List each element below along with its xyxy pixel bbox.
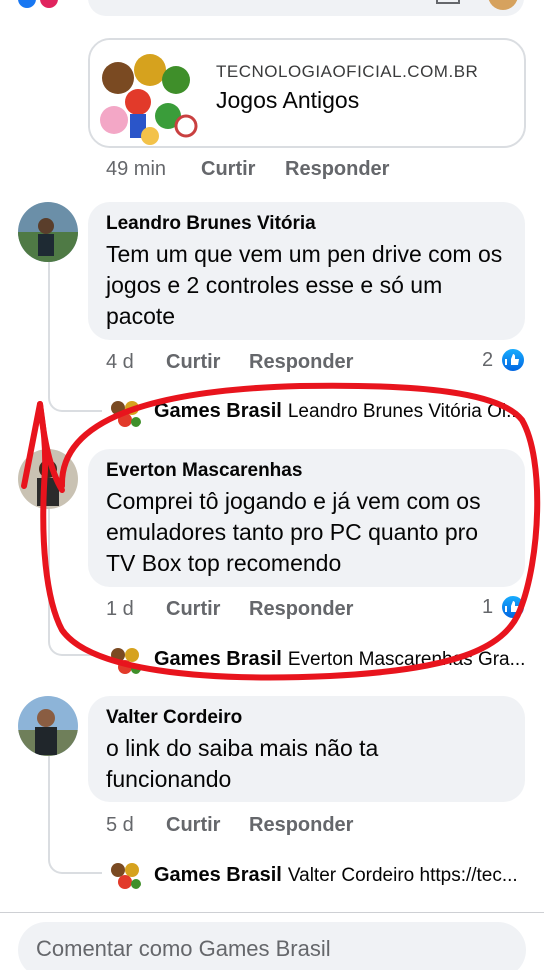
comment-bubble: Leandro Brunes Vitória Tem um que vem um… — [88, 202, 525, 340]
reaction-icon — [40, 0, 58, 8]
post-meta: 49 min — [106, 158, 166, 181]
reply-text: Everton Mascarenhas Gra... — [287, 649, 526, 670]
post-like-button[interactable]: Curtir — [201, 158, 255, 181]
reply-text: Leandro Brunes Vitória Ol... — [287, 401, 522, 422]
thumbs-up-icon — [500, 594, 526, 620]
comment-text: Comprei tô jogando e já vem com os emula… — [106, 488, 481, 576]
link-preview-card[interactable]: TECNOLOGIAOFICIAL.COM.BR Jogos Antigos — [88, 38, 526, 148]
comment-time: 5 d — [106, 814, 134, 836]
post-reply-button[interactable]: Responder — [285, 158, 389, 181]
comment-bubble: Everton Mascarenhas Comprei tô jogando e… — [88, 449, 525, 587]
avatar[interactable] — [18, 202, 78, 262]
reply-preview[interactable]: Games Brasil Valter Cordeiro https://tec.… — [154, 864, 532, 887]
like-button[interactable]: Curtir — [166, 814, 220, 837]
like-count[interactable]: 1 — [482, 596, 493, 619]
reply-author: Games Brasil — [154, 400, 282, 422]
avatar[interactable] — [18, 449, 78, 509]
game-characters-thumbnail — [90, 40, 200, 146]
reply-author: Games Brasil — [154, 864, 282, 886]
link-domain: TECNOLOGIAOFICIAL.COM.BR — [216, 62, 479, 81]
like-button[interactable]: Curtir — [166, 598, 220, 621]
comment-author[interactable]: Valter Cordeiro — [106, 706, 507, 730]
avatar[interactable] — [18, 696, 78, 756]
page-avatar[interactable] — [106, 641, 144, 679]
comment-input[interactable]: Comentar como Games Brasil — [18, 922, 526, 970]
comment-time: 4 d — [106, 351, 134, 373]
reply-preview[interactable]: Games Brasil Leandro Brunes Vitória Ol... — [154, 400, 532, 423]
reply-preview[interactable]: Games Brasil Everton Mascarenhas Gra... — [154, 648, 532, 671]
message-icon[interactable] — [436, 0, 460, 4]
thumbs-up-icon — [500, 347, 526, 373]
comment-bubble: Valter Cordeiro o link do saiba mais não… — [88, 696, 525, 802]
page-avatar[interactable] — [106, 394, 144, 432]
reply-button[interactable]: Responder — [249, 351, 353, 374]
comment-time: 1 d — [106, 598, 134, 620]
like-button[interactable]: Curtir — [166, 351, 220, 374]
reply-button[interactable]: Responder — [249, 598, 353, 621]
reply-text: Valter Cordeiro https://tec... — [287, 865, 518, 886]
divider — [0, 912, 544, 913]
comment-author[interactable]: Everton Mascarenhas — [106, 459, 507, 483]
link-title: Jogos Antigos — [216, 87, 360, 113]
page-avatar[interactable] — [106, 856, 144, 894]
reply-author: Games Brasil — [154, 648, 282, 670]
facebook-icon — [18, 0, 36, 8]
post-time: 49 min — [106, 158, 167, 180]
like-count[interactable]: 2 — [482, 349, 493, 372]
comment-text: o link do saiba mais não ta funcionando — [106, 735, 379, 792]
comment-text: Tem um que vem um pen drive com os jogos… — [106, 241, 503, 329]
reply-button[interactable]: Responder — [249, 814, 353, 837]
comment-author[interactable]: Leandro Brunes Vitória — [106, 212, 507, 236]
